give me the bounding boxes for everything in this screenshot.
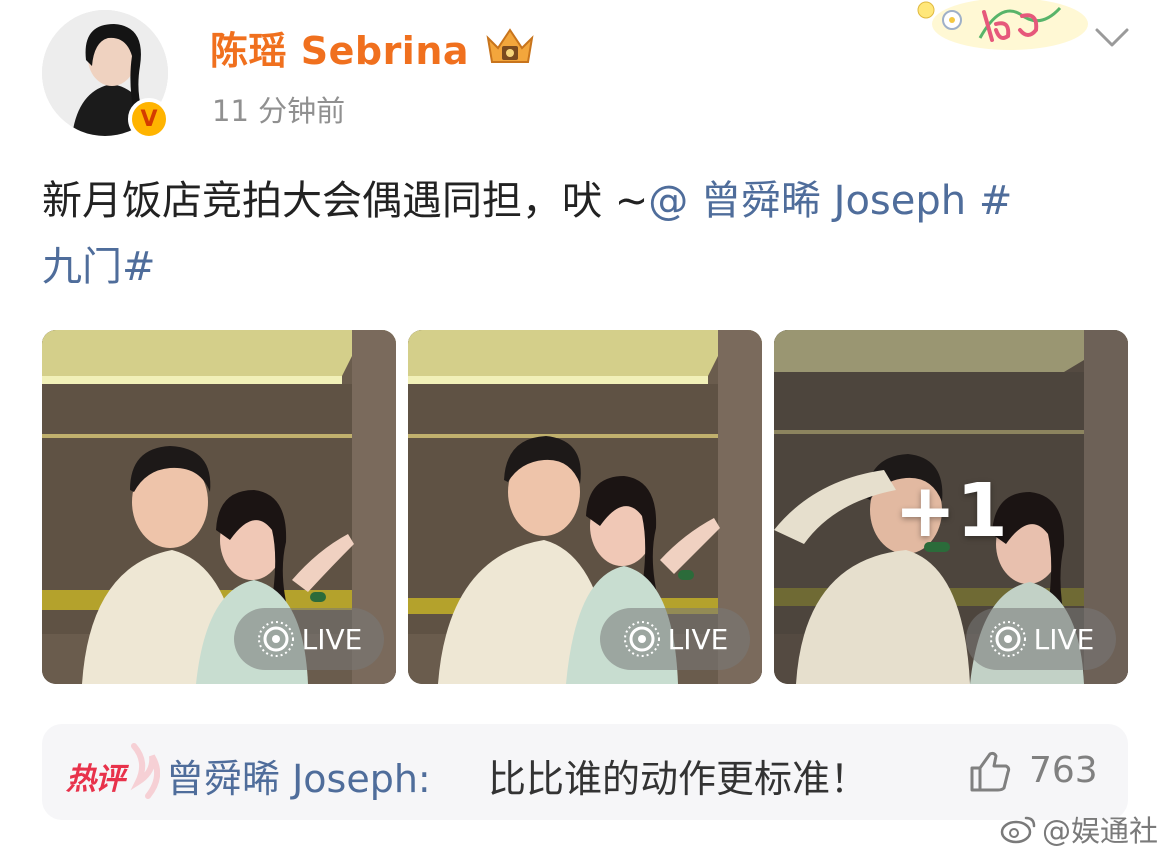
photo-1[interactable]: LIVE xyxy=(42,330,396,684)
live-label: LIVE xyxy=(667,622,729,656)
chevron-down-icon[interactable] xyxy=(1094,24,1130,52)
mention-link[interactable]: @ 曾舜晞 Joseph xyxy=(648,178,966,224)
post-body: 新月饭店竞拍大会偶遇同担，吠 ~@ 曾舜晞 Joseph #九门# xyxy=(42,168,1042,300)
verified-badge-icon: V xyxy=(128,98,170,140)
comment-author[interactable]: 曾舜晞 Joseph: xyxy=(166,748,431,803)
live-label: LIVE xyxy=(1033,622,1095,656)
username[interactable]: 陈瑶 Sebrina xyxy=(210,20,469,75)
live-photo-badge: LIVE xyxy=(234,608,384,670)
vlog-sticker-icon xyxy=(917,0,1088,50)
hot-comment[interactable]: 热评 曾舜晞 Joseph: 比比谁的动作更标准！ 763 xyxy=(42,724,1128,820)
watermark-text: @娱通社 xyxy=(1042,814,1159,848)
thumbs-up-icon[interactable] xyxy=(968,750,1012,792)
live-photo-badge: LIVE xyxy=(600,608,750,670)
hot-comment-label: 热评 xyxy=(66,762,125,797)
comment-text: 比比谁的动作更标准！ xyxy=(488,757,869,801)
live-photo-badge: LIVE xyxy=(966,608,1116,670)
crown-badge-icon xyxy=(486,28,534,63)
like-count: 763 xyxy=(1029,750,1098,791)
photo-3[interactable]: +1 LIVE xyxy=(774,330,1128,684)
live-photo-icon xyxy=(623,621,660,657)
weibo-logo-icon xyxy=(1000,816,1036,844)
post-text: 新月饭店竞拍大会偶遇同担，吠 ~ xyxy=(42,178,649,224)
live-photo-icon xyxy=(989,621,1026,657)
more-photos-count: +1 xyxy=(894,468,1008,554)
photo-2[interactable]: LIVE xyxy=(408,330,762,684)
post-timestamp: 11 分钟前 xyxy=(212,94,346,128)
live-photo-icon xyxy=(257,621,294,657)
live-label: LIVE xyxy=(301,622,363,656)
watermark: @娱通社 xyxy=(1000,808,1158,850)
